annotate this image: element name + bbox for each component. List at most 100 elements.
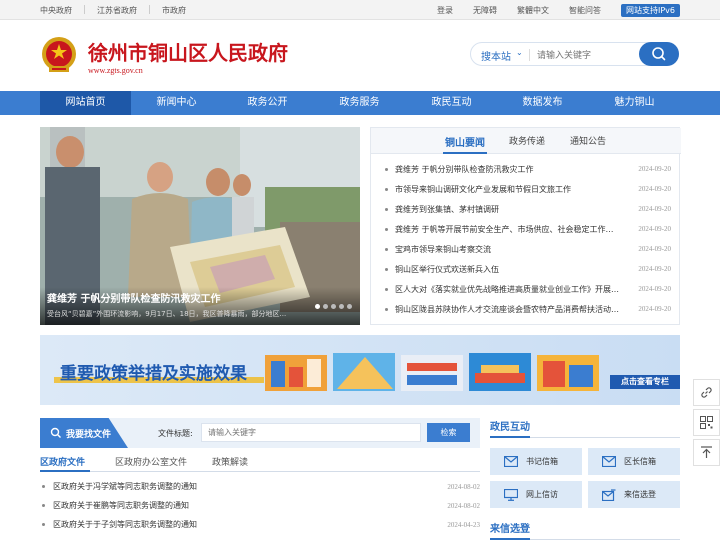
mail-icon — [504, 456, 518, 467]
card-label: 区长信箱 — [624, 457, 656, 466]
site-title[interactable]: 徐州市铜山区人民政府 — [88, 37, 288, 66]
news-item-title: 铜山区陇县苏陕协作人才交流座谈会暨农特产品消费帮扶活动举行 — [395, 304, 621, 314]
card-label: 书记信箱 — [526, 457, 558, 466]
back-to-top-button[interactable] — [693, 439, 720, 466]
file-search-title: 我要找文件 — [66, 430, 112, 440]
chevron-down-icon[interactable]: ⌄ — [516, 48, 523, 57]
docs-list: 区政府关于冯学斌等同志职务调整的通知 2024-08-02 区政府关于崔鹏等同志职务… — [40, 477, 480, 534]
doc-item[interactable]: 区政府关于冯学斌等同志职务调整的通知 2024-08-02 — [40, 477, 480, 496]
search-scope-select[interactable]: 搜本站 — [481, 48, 511, 63]
online-petition-button[interactable]: 网上信访 — [490, 481, 582, 508]
doc-item[interactable]: 区政府关于于子剑等同志职务调整的通知 2024-04-23 — [40, 515, 480, 534]
slider-dot[interactable] — [331, 304, 336, 309]
tab-district-office-docs[interactable]: 区政府办公室文件 — [115, 455, 187, 468]
monitor-icon — [504, 488, 518, 501]
interaction-section: 政民互动 — [490, 418, 680, 438]
nav-charm-tongshan[interactable]: 魅力铜山 — [589, 91, 680, 115]
tab-district-gov-docs[interactable]: 区政府文件 — [40, 455, 85, 468]
news-item-date: 2024-09-20 — [638, 225, 671, 233]
arrow-up-icon — [701, 446, 712, 458]
site-url: www.zgts.gov.cn — [88, 66, 143, 75]
nav-gov-affairs-open[interactable]: 政务公开 — [222, 91, 313, 115]
letters-selection-title: 来信选登 — [490, 520, 680, 540]
news-item-title: 宝鸡市领导来铜山考察交流 — [395, 244, 491, 254]
news-item-title: 龚维芳 于帆分别带队检查防汛救灾工作 — [395, 164, 534, 174]
search-input[interactable] — [537, 47, 629, 62]
qr-code-icon — [700, 416, 713, 429]
district-head-mailbox-button[interactable]: 区长信箱 — [588, 448, 680, 475]
tab-notices[interactable]: 通知公告 — [570, 134, 606, 147]
policy-banner[interactable]: 重要政策举措及实施效果 点击查看专栏 — [40, 335, 680, 405]
doc-item-title: 区政府关于冯学斌等同志职务调整的通知 — [53, 482, 197, 491]
slider-dot[interactable] — [347, 304, 352, 309]
news-item-title: 龚维芳到张集镇、茅村镇调研 — [395, 204, 499, 214]
nav-gov-services[interactable]: 政务服务 — [314, 91, 405, 115]
news-item-date: 2024-09-20 — [638, 185, 671, 193]
accessibility-link[interactable]: 无障碍 — [473, 5, 497, 16]
slider-subcaption: 受台风“贝碧嘉”外围环流影响，9月17日、18日，我区普降暴雨，部分地区... — [47, 310, 287, 318]
news-item-title: 龚维芳 于帆等开展节前安全生产、市场供应、社会稳定工作督查 — [395, 224, 621, 234]
news-item-date: 2024-09-20 — [638, 165, 671, 173]
ipv6-badge: 网站支持IPv6 — [620, 4, 680, 17]
banner-title: 重要政策举措及实施效果 — [60, 364, 247, 384]
news-list: 龚维芳 于帆分别带队检查防汛救灾工作 2024-09-20 市领导来铜山调研文化产业… — [385, 159, 671, 319]
nav-data[interactable]: 数据发布 — [497, 91, 588, 115]
search-button[interactable] — [639, 42, 679, 66]
nav-home[interactable]: 网站首页 — [40, 91, 131, 115]
news-slider[interactable]: 龚维芳 于帆分别带队检查防汛救灾工作 受台风“贝碧嘉”外围环流影响，9月17日、… — [40, 127, 360, 325]
send-mail-icon — [602, 488, 616, 501]
slider-dot[interactable] — [323, 304, 328, 309]
slider-dot[interactable] — [315, 304, 320, 309]
site-search: 搜本站 ⌄ — [470, 42, 679, 66]
news-item[interactable]: 铜山区陇县苏陕协作人才交流座谈会暨农特产品消费帮扶活动举行 2024-09-20 — [385, 299, 671, 319]
news-item[interactable]: 龚维芳 于帆分别带队检查防汛救灾工作 2024-09-20 — [385, 159, 671, 179]
national-emblem-icon — [42, 37, 76, 72]
nav-news[interactable]: 新闻中心 — [131, 91, 222, 115]
link-city-gov[interactable]: 市政府 — [162, 5, 186, 16]
news-panel: 铜山要闻 政务传递 通知公告 龚维芳 于帆分别带队检查防汛救灾工作 2024-09… — [370, 127, 681, 325]
letters-selection-button[interactable]: 来信选登 — [588, 481, 680, 508]
file-search-button[interactable]: 检索 — [427, 423, 470, 442]
nav-interaction[interactable]: 政民互动 — [406, 91, 497, 115]
link-jiangsu-gov[interactable]: 江苏省政府 — [97, 5, 137, 16]
news-item-title: 铜山区举行仪式欢送新兵入伍 — [395, 264, 499, 274]
file-search-icon — [50, 427, 61, 438]
news-tabs: 铜山要闻 政务传递 通知公告 — [371, 128, 681, 154]
section2-text: 来信选登 — [490, 524, 530, 535]
secretary-mailbox-button[interactable]: 书记信箱 — [490, 448, 582, 475]
news-item[interactable]: 区人大对《落实就业优先战略推进高质量就业创业工作》开展专题询问 2024-09-2… — [385, 279, 671, 299]
smart-qa-link[interactable]: 智能问答 — [569, 5, 601, 16]
qr-code-button[interactable] — [693, 409, 720, 436]
banner-more-button[interactable]: 点击查看专栏 — [610, 375, 680, 389]
news-item[interactable]: 铜山区举行仪式欢送新兵入伍 2024-09-20 — [385, 259, 671, 279]
file-title-input[interactable] — [201, 423, 421, 442]
slider-dot[interactable] — [339, 304, 344, 309]
card-label: 来信选登 — [624, 490, 656, 499]
tab-gov-transmit[interactable]: 政务传递 — [509, 134, 545, 147]
interaction-title-text: 政民互动 — [490, 422, 530, 433]
header: 徐州市铜山区人民政府 www.zgts.gov.cn 搜本站 ⌄ — [0, 20, 720, 91]
interaction-title: 政民互动 — [490, 418, 680, 438]
news-item-date: 2024-09-20 — [638, 205, 671, 213]
news-item[interactable]: 市领导来铜山调研文化产业发展和节假日文旅工作 2024-09-20 — [385, 179, 671, 199]
news-item[interactable]: 龚维芳 于帆等开展节前安全生产、市场供应、社会稳定工作督查 2024-09-20 — [385, 219, 671, 239]
traditional-chinese-link[interactable]: 繁體中文 — [517, 5, 549, 16]
news-item-date: 2024-09-20 — [638, 285, 671, 293]
doc-item[interactable]: 区政府关于崔鹏等同志职务调整的通知 2024-08-02 — [40, 496, 480, 515]
slider-caption[interactable]: 龚维芳 于帆分别带队检查防汛救灾工作 — [47, 290, 220, 305]
share-button[interactable] — [693, 379, 720, 406]
slider-dots — [312, 304, 352, 309]
link-central-gov[interactable]: 中央政府 — [40, 5, 72, 16]
news-item-title: 市领导来铜山调研文化产业发展和节假日文旅工作 — [395, 184, 571, 194]
news-item-date: 2024-09-20 — [638, 305, 671, 313]
top-bar: 中央政府 江苏省政府 市政府 登录 无障碍 繁體中文 智能问答 网站支持IPv6 — [0, 0, 720, 20]
login-link[interactable]: 登录 — [437, 5, 453, 16]
news-item[interactable]: 宝鸡市领导来铜山考察交流 2024-09-20 — [385, 239, 671, 259]
doc-item-title: 区政府关于于子剑等同志职务调整的通知 — [53, 520, 197, 529]
card-label: 网上信访 — [526, 490, 558, 499]
news-item-date: 2024-09-20 — [638, 245, 671, 253]
tab-policy-interpretation[interactable]: 政策解读 — [212, 455, 248, 468]
doc-item-date: 2024-08-02 — [447, 482, 480, 491]
news-item[interactable]: 龚维芳到张集镇、茅村镇调研 2024-09-20 — [385, 199, 671, 219]
tab-tongshan-news[interactable]: 铜山要闻 — [445, 134, 485, 149]
